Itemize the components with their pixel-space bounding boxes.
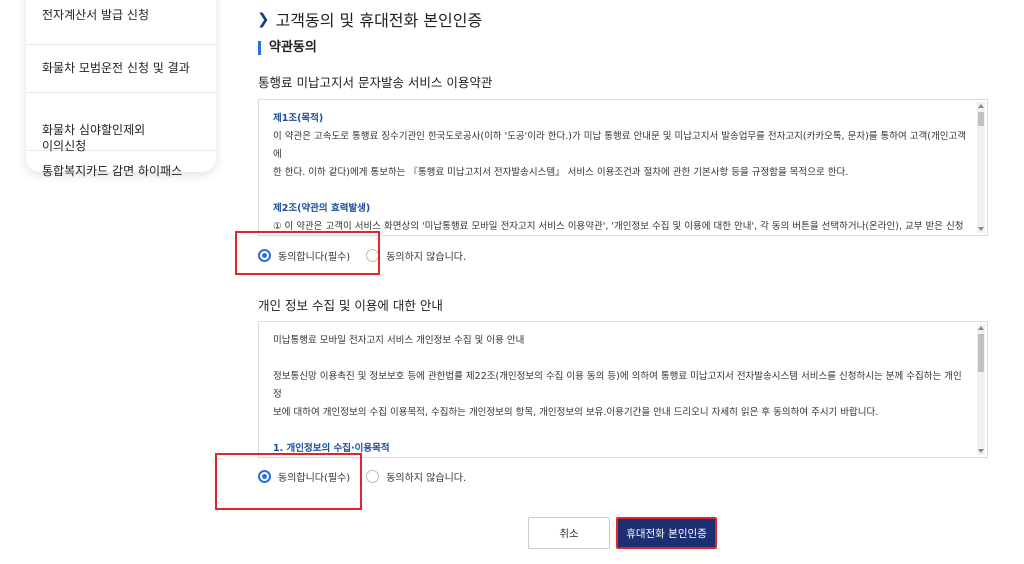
terms2-title: 개인 정보 수집 및 이용에 대한 안내	[258, 298, 443, 313]
terms2-agree-radio[interactable]: 동의합니다(필수)	[258, 469, 350, 484]
phone-verification-button[interactable]: 휴대전화 본인인증	[616, 517, 717, 549]
sidebar-item-label: 화물차 심야할인제외 이의신청	[42, 123, 146, 153]
terms1-disagree-radio[interactable]: 동의하지 않습니다.	[366, 248, 466, 263]
terms-paragraph: 미납통행료 모바일 전자고지 서비스 개인정보 수집 및 이용 안내	[273, 335, 525, 346]
terms-paragraph: 이 약관은 고속도로 통행료 징수기관인 한국도로공사(이하 '도공'이라 한다…	[273, 131, 966, 160]
terms2-scrollbar[interactable]	[977, 324, 985, 455]
scrollbar-thumb[interactable]	[978, 112, 984, 126]
terms1-text: 제1조(목적) 이 약관은 고속도로 통행료 징수기관인 한국도로공사(이하 '도…	[273, 110, 969, 235]
terms-heading: 제1조(목적)	[273, 113, 324, 124]
terms-paragraph	[273, 182, 969, 200]
terms-paragraph: 보에 대하여 개인정보의 수집 이용목적, 수집하는 개인정보의 항목, 개인정…	[273, 407, 879, 418]
terms-heading: 제2조(약관의 효력발생)	[273, 203, 371, 214]
terms1-title: 통행료 미납고지서 문자발송 서비스 이용약관	[258, 75, 493, 90]
terms-paragraph	[273, 422, 969, 440]
cancel-button[interactable]: 취소	[528, 517, 610, 549]
terms2-content-box[interactable]: 미납통행료 모바일 전자고지 서비스 개인정보 수집 및 이용 안내 정보통신망…	[258, 321, 988, 458]
terms1-disagree-label: 동의하지 않습니다.	[386, 252, 467, 263]
terms-paragraph: 정보통신망 이용촉진 및 정보보호 등에 관한법률 제22조(개인정보의 수집 …	[273, 371, 962, 400]
sidebar-item-label: 화물차 모범운전 신청 및 결과	[42, 61, 190, 75]
terms-paragraph: ① 이 약관은 고객이 서비스 화면상의 '미납통행료 모바일 전자고지 서비스…	[273, 221, 964, 232]
terms1-consent-radio-group: 동의합니다(필수) 동의하지 않습니다.	[258, 248, 482, 263]
radio-unselected-icon[interactable]	[366, 470, 380, 483]
terms1-agree-radio[interactable]: 동의합니다(필수)	[258, 248, 350, 263]
scroll-up-arrow-icon[interactable]	[978, 326, 984, 330]
sidebar-menu: 전자계산서 발급 신청 화물차 모범운전 신청 및 결과 화물차 심야할인제외 …	[26, 0, 216, 178]
terms-paragraph	[273, 350, 969, 368]
scroll-down-arrow-icon[interactable]	[978, 449, 984, 453]
terms2-disagree-label: 동의하지 않습니다.	[386, 473, 467, 484]
terms-paragraph: 한 한다. 이하 같다)에게 통보하는 『통행료 미납고지서 전자발송시스템』 …	[273, 167, 849, 178]
terms1-content-box[interactable]: 제1조(목적) 이 약관은 고속도로 통행료 징수기관인 한국도로공사(이하 '도…	[258, 99, 988, 236]
sidebar-item-label: 통합복지카드 감면 하이패스	[42, 164, 183, 178]
scroll-down-arrow-icon[interactable]	[978, 227, 984, 231]
sidebar-item-truck-night-discount[interactable]: 화물차 심야할인제외 이의신청	[26, 93, 216, 153]
page-title: ❯ 고객동의 및 휴대전화 본인인증	[257, 7, 482, 31]
sidebar-item-e-invoice[interactable]: 전자계산서 발급 신청	[26, 0, 216, 45]
terms1-scrollbar[interactable]	[977, 102, 985, 233]
sidebar-item-label: 전자계산서 발급 신청	[42, 8, 149, 22]
terms2-text: 미납통행료 모바일 전자고지 서비스 개인정보 수집 및 이용 안내 정보통신망…	[273, 332, 969, 457]
terms-heading: 1. 개인정보의 수집·이용목적	[273, 443, 390, 454]
terms2-consent-radio-group: 동의합니다(필수) 동의하지 않습니다.	[258, 469, 482, 484]
scroll-up-arrow-icon[interactable]	[978, 104, 984, 108]
radio-unselected-icon[interactable]	[366, 249, 380, 262]
terms2-agree-label: 동의합니다(필수)	[278, 473, 351, 484]
terms2-disagree-radio[interactable]: 동의하지 않습니다.	[366, 469, 466, 484]
chevron-right-icon: ❯	[257, 10, 270, 28]
sidebar-item-truck-model-driving[interactable]: 화물차 모범운전 신청 및 결과	[26, 45, 216, 93]
page-title-text: 고객동의 및 휴대전화 본인인증	[275, 11, 483, 30]
section-title: 약관동의	[258, 41, 317, 55]
radio-selected-icon[interactable]	[258, 470, 271, 483]
terms1-agree-label: 동의합니다(필수)	[278, 252, 351, 263]
sidebar-item-welfare-card-hipass[interactable]: 통합복지카드 감면 하이패스	[26, 151, 216, 191]
radio-selected-icon[interactable]	[258, 249, 271, 262]
scrollbar-thumb[interactable]	[978, 334, 984, 372]
